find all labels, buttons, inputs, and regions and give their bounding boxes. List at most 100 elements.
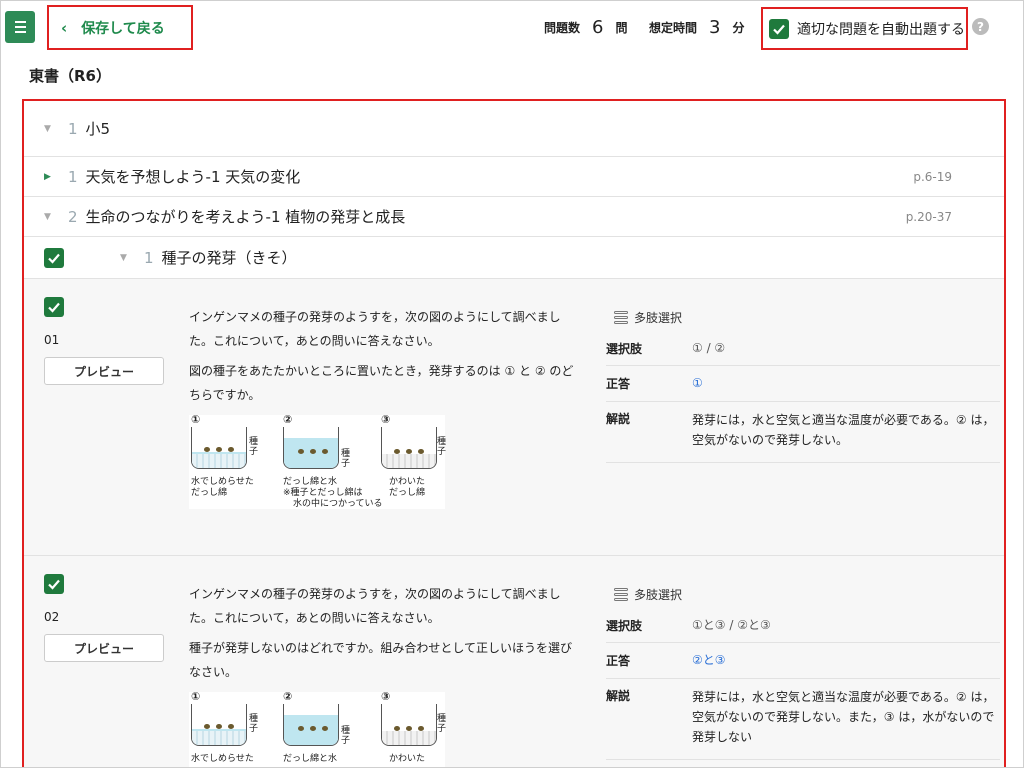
answer-value: ②と③ — [692, 653, 726, 667]
save-and-back-label: 保存して戻る — [81, 20, 165, 37]
choices-value: ① / ② — [692, 341, 726, 355]
figure-caption: だっし綿と水 — [283, 477, 338, 487]
question-tree: ▼ 1 小5 ▶ 1 天気を予想しよう-1 天気の変化 p.6-19 ▼ 2 生… — [22, 99, 1006, 767]
checkbox-checked-icon[interactable] — [44, 297, 64, 317]
save-and-back-button[interactable]: ‹ 保存して戻る — [47, 5, 193, 50]
beaker-2 — [283, 704, 339, 746]
question-intro: インゲンマメの種子の発芽のようすを，次の図のようにして調べました。これについて，… — [189, 587, 561, 625]
question-type-tag: 多肢選択 — [614, 308, 682, 328]
chevron-left-icon: ‹ — [61, 18, 68, 37]
figure-caption: 水でしめらせた — [191, 477, 254, 487]
question-intro: インゲンマメの種子の発芽のようすを，次の図のようにして調べました。これについて，… — [189, 310, 561, 348]
beaker-3 — [381, 704, 437, 746]
seed-label: 種子 — [437, 714, 447, 734]
grade-label: 小5 — [85, 120, 111, 138]
preview-button[interactable]: プレビュー — [44, 357, 164, 385]
tree-grade-row[interactable]: ▼ 1 小5 — [24, 101, 1004, 157]
unit-number: 2 — [68, 207, 78, 226]
question-count-unit: 問 — [615, 20, 628, 35]
question-type-label: 多肢選択 — [634, 588, 683, 602]
seed-label: 種子 — [249, 437, 259, 457]
figure-caption: かわいた — [389, 754, 426, 764]
figure-caption: かわいた — [389, 477, 426, 487]
question-type-tag: 多肢選択 — [614, 585, 682, 605]
question-text: インゲンマメの種子の発芽のようすを，次の図のようにして調べました。これについて，… — [189, 582, 584, 690]
figure-label-2: ② — [283, 413, 293, 426]
question-meta: 多肢選択 選択肢 ① / ② 正答 ① 解説 発芽には，水と空気と適当な温度が必… — [606, 303, 1000, 463]
triangle-right-icon: ▶ — [44, 171, 51, 182]
grade-number: 1 — [68, 119, 78, 138]
figure-label-3: ③ — [381, 413, 391, 426]
unit-pages: p.6-19 — [913, 169, 952, 184]
figure-label-1: ① — [191, 413, 201, 426]
question-type-label: 多肢選択 — [634, 311, 683, 325]
beaker-3 — [381, 427, 437, 469]
question-prompt: 種子が発芽しないのはどれですか。組み合わせとして正しいほうを選びなさい。 — [189, 641, 573, 679]
answer-value: ① — [692, 376, 703, 390]
auto-select-label: 適切な問題を自動出題する — [797, 21, 965, 38]
unit-pages: p.20-37 — [905, 209, 952, 224]
choices-row: 選択肢 ① / ② — [606, 332, 1000, 366]
figure-label-2: ② — [283, 690, 293, 703]
answer-row: 正答 ②と③ — [606, 643, 1000, 679]
seed-label: 種子 — [341, 726, 351, 746]
unit-label: 天気を予想しよう-1 天気の変化 — [85, 168, 301, 186]
choices-value: ①と③ / ②と③ — [692, 618, 771, 632]
question-meta: 多肢選択 選択肢 ①と③ / ②と③ 正答 ②と③ 解説 発芽には，水と空気と適… — [606, 580, 1000, 760]
unit-label: 生命のつながりを考えよう-1 植物の発芽と成長 — [85, 208, 406, 226]
app-frame: ‹ 保存して戻る 問題数 6 問 想定時間 3 分 適切な問題を自動出題する ?… — [0, 0, 1024, 768]
estimated-time-unit: 分 — [732, 20, 745, 35]
answer-row: 正答 ① — [606, 366, 1000, 402]
page-title: 東書（R6） — [29, 67, 111, 85]
explanation-row: 解説 発芽には，水と空気と適当な温度が必要である。② は，空気がないので発芽しな… — [606, 679, 1000, 760]
explanation-row: 解説 発芽には，水と空気と適当な温度が必要である。② は，空気がないので発芽しな… — [606, 402, 1000, 463]
seed-label: 種子 — [437, 437, 447, 457]
question-item: 01 プレビュー インゲンマメの種子の発芽のようすを，次の図のようにして調べまし… — [24, 279, 1004, 556]
estimated-time: 想定時間 3 分 — [649, 15, 744, 39]
figure-caption: ※種子とだっし綿は — [283, 488, 363, 498]
question-number: 01 — [44, 333, 60, 347]
figure-caption: だっし綿 — [191, 488, 228, 498]
seed-label: 種子 — [249, 714, 259, 734]
choices-row: 選択肢 ①と③ / ②と③ — [606, 609, 1000, 643]
beaker-1 — [191, 427, 247, 469]
section-label: 種子の発芽（きそ） — [161, 249, 297, 267]
figure-caption: 水の中につかっている — [293, 499, 383, 509]
figure-caption: だっし綿 — [389, 488, 426, 498]
estimated-time-value: 3 — [709, 16, 721, 38]
preview-button[interactable]: プレビュー — [44, 634, 164, 662]
tree-unit-row[interactable]: ▼ 2 生命のつながりを考えよう-1 植物の発芽と成長 p.20-37 — [24, 197, 1004, 237]
checkbox-checked-icon[interactable] — [769, 18, 789, 39]
figure-label-1: ① — [191, 690, 201, 703]
answer-key: 正答 — [606, 653, 631, 668]
question-count: 問題数 6 問 — [544, 15, 627, 39]
explanation-key: 解説 — [606, 411, 631, 426]
question-number: 02 — [44, 610, 60, 624]
explanation-value: 発芽には，水と空気と適当な温度が必要である。② は，空気がないので発芽しない。ま… — [692, 689, 995, 744]
beaker-2 — [283, 427, 339, 469]
section-number: 1 — [144, 248, 154, 267]
question-item: 02 プレビュー インゲンマメの種子の発芽のようすを，次の図のようにして調べまし… — [24, 556, 1004, 767]
beaker-1 — [191, 704, 247, 746]
estimated-time-label: 想定時間 — [649, 20, 698, 35]
choices-key: 選択肢 — [606, 618, 643, 633]
explanation-value: 発芽には，水と空気と適当な温度が必要である。② は，空気がないので発芽しない。 — [692, 412, 995, 447]
triangle-down-icon: ▼ — [44, 211, 51, 222]
menu-icon[interactable] — [5, 11, 35, 43]
list-icon — [614, 311, 628, 324]
figure-caption: 水でしめらせた — [191, 754, 254, 764]
triangle-down-icon: ▼ — [120, 252, 127, 263]
tree-section-row[interactable]: ▼ 1 種子の発芽（きそ） — [24, 237, 1004, 279]
tree-unit-row[interactable]: ▶ 1 天気を予想しよう-1 天気の変化 p.6-19 — [24, 157, 1004, 197]
figure-label-3: ③ — [381, 690, 391, 703]
checkbox-checked-icon[interactable] — [44, 574, 64, 594]
question-text: インゲンマメの種子の発芽のようすを，次の図のようにして調べました。これについて，… — [189, 305, 584, 413]
help-icon[interactable]: ? — [972, 18, 989, 35]
answer-key: 正答 — [606, 376, 631, 391]
auto-select-toggle[interactable]: 適切な問題を自動出題する — [761, 7, 968, 50]
list-icon — [614, 588, 628, 601]
seed-label: 種子 — [341, 449, 351, 469]
figure-caption: だっし綿と水 — [283, 754, 338, 764]
checkbox-checked-icon[interactable] — [44, 247, 64, 268]
experiment-figure: ① ② ③ 種子 種子 種子 水で — [189, 413, 447, 509]
